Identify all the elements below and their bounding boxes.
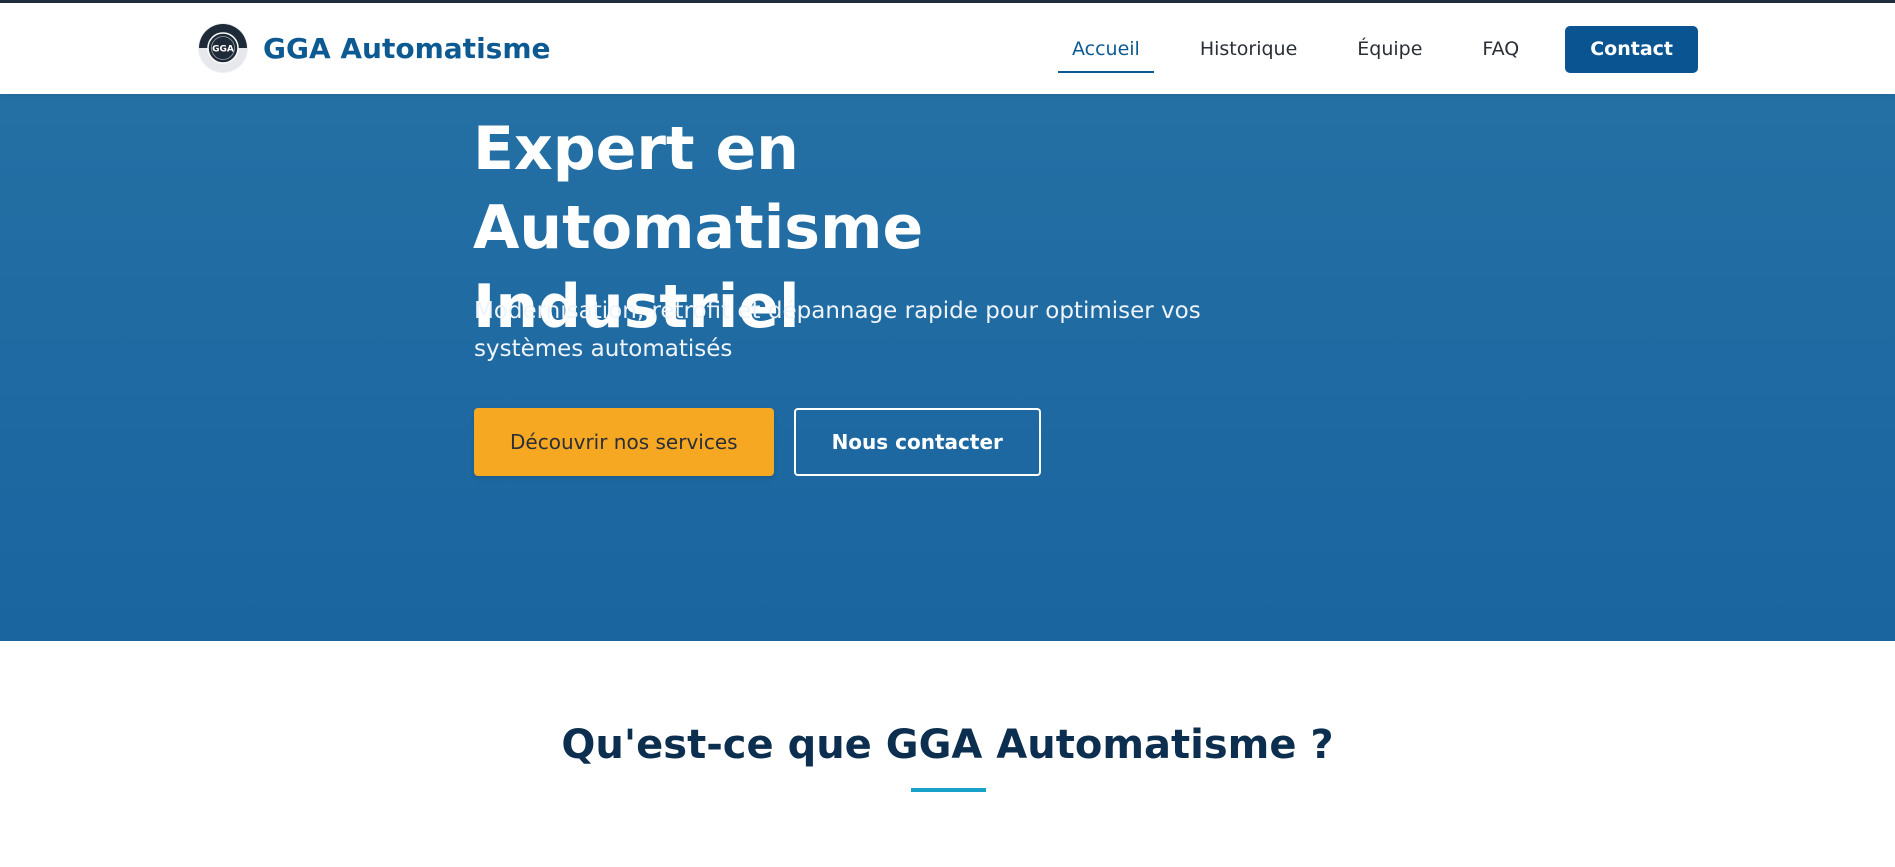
- about-section-title: Qu'est-ce que GGA Automatisme ?: [561, 722, 1334, 768]
- site-header: GGA GGA Automatisme Accueil Historique É…: [0, 3, 1895, 94]
- main-nav: Accueil Historique Équipe FAQ Contact: [1026, 25, 1698, 73]
- logo-monogram: GGA: [212, 45, 234, 55]
- title-underline: [911, 788, 986, 792]
- hero-subtitle: Modernisation, retrofit et dépannage rap…: [474, 298, 1201, 362]
- hero-cta-group: Découvrir nos services Nous contacter: [474, 408, 1041, 476]
- hero-section: Expert en Automatisme Industriel Moderni…: [0, 94, 1895, 641]
- contact-button[interactable]: Contact: [1565, 25, 1698, 73]
- nav-accueil[interactable]: Accueil: [1057, 28, 1154, 73]
- brand-name: GGA Automatisme: [263, 31, 551, 65]
- nav-historique[interactable]: Historique: [1186, 28, 1311, 70]
- nav-equipe[interactable]: Équipe: [1343, 28, 1436, 70]
- contact-us-button[interactable]: Nous contacter: [793, 408, 1041, 476]
- gga-logo-icon: GGA: [198, 23, 248, 73]
- nav-faq[interactable]: FAQ: [1468, 28, 1533, 70]
- hero-title-line-1: Expert en Automatisme: [473, 114, 924, 263]
- discover-services-button[interactable]: Découvrir nos services: [474, 408, 774, 476]
- brand-logo-link[interactable]: GGA GGA Automatisme: [198, 23, 551, 73]
